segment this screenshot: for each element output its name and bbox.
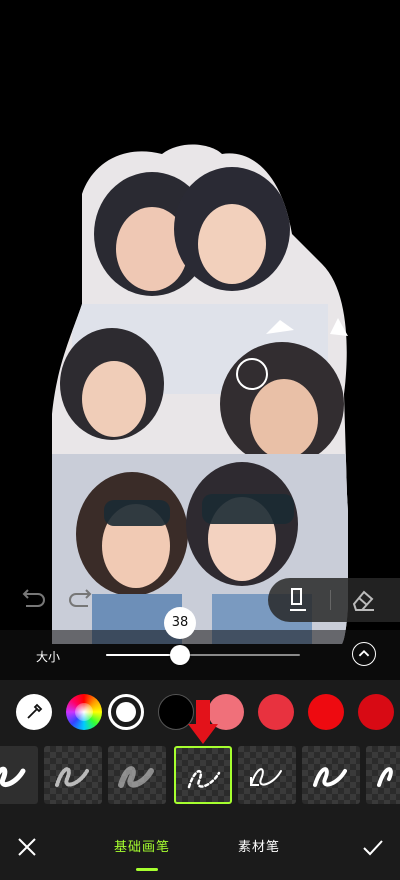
down-arrow-icon	[188, 700, 218, 744]
brush-soft[interactable]	[108, 746, 166, 804]
brush-glitter[interactable]	[44, 746, 102, 804]
brush-outline[interactable]	[302, 746, 360, 804]
chevron-up-icon[interactable]	[352, 642, 376, 666]
brush-arrow-icon	[250, 768, 282, 786]
brush-glitter-icon	[55, 767, 89, 787]
brush-neon[interactable]	[366, 746, 400, 804]
eyedropper-icon	[27, 703, 43, 719]
color-swatch-coral-red[interactable]	[258, 694, 294, 730]
tab-material-brush[interactable]: 素材笔	[238, 836, 280, 855]
size-slider[interactable]	[106, 654, 300, 656]
brush-solid-icon	[0, 766, 26, 788]
color-wheel-icon[interactable]	[66, 694, 102, 730]
brush-dashed-selected[interactable]	[174, 746, 232, 804]
draw-mode-toggle	[268, 578, 400, 622]
slider-thumb[interactable]: 38	[164, 607, 196, 665]
check-icon[interactable]	[362, 836, 384, 858]
color-swatch-white-selected[interactable]	[108, 694, 144, 730]
tab-basic-brush[interactable]: 基础画笔	[114, 836, 170, 855]
tool-divider	[330, 590, 331, 610]
eraser-icon[interactable]	[348, 586, 378, 614]
size-value-bubble: 38	[164, 607, 196, 639]
brush-neon-icon	[377, 767, 393, 787]
brush-solid[interactable]	[0, 746, 38, 804]
brush-size-bar: 大小 38	[0, 607, 400, 680]
slider-fill	[106, 654, 180, 656]
canvas-area[interactable]: 大小 38	[0, 0, 400, 680]
active-tab-indicator	[136, 868, 158, 871]
size-value: 38	[171, 615, 189, 630]
brush-size-cursor	[236, 358, 268, 390]
brush-soft-icon	[118, 766, 154, 788]
brush-type-row	[0, 746, 400, 806]
brush-outline-icon	[313, 767, 347, 787]
brush-dashed-icon	[187, 770, 221, 789]
size-label: 大小	[36, 650, 61, 664]
redo-icon[interactable]	[68, 588, 96, 612]
color-swatch-dark-red[interactable]	[358, 694, 394, 730]
selected-color-dot	[116, 702, 136, 722]
brush-arrow[interactable]	[238, 746, 296, 804]
bottom-bar: 基础画笔 素材笔	[0, 828, 400, 880]
eyedropper-button[interactable]	[16, 694, 52, 730]
close-icon[interactable]	[16, 836, 38, 858]
undo-icon[interactable]	[18, 588, 46, 612]
color-swatch-red[interactable]	[308, 694, 344, 730]
color-wheel-center	[75, 703, 93, 721]
brush-icon[interactable]	[284, 586, 312, 614]
